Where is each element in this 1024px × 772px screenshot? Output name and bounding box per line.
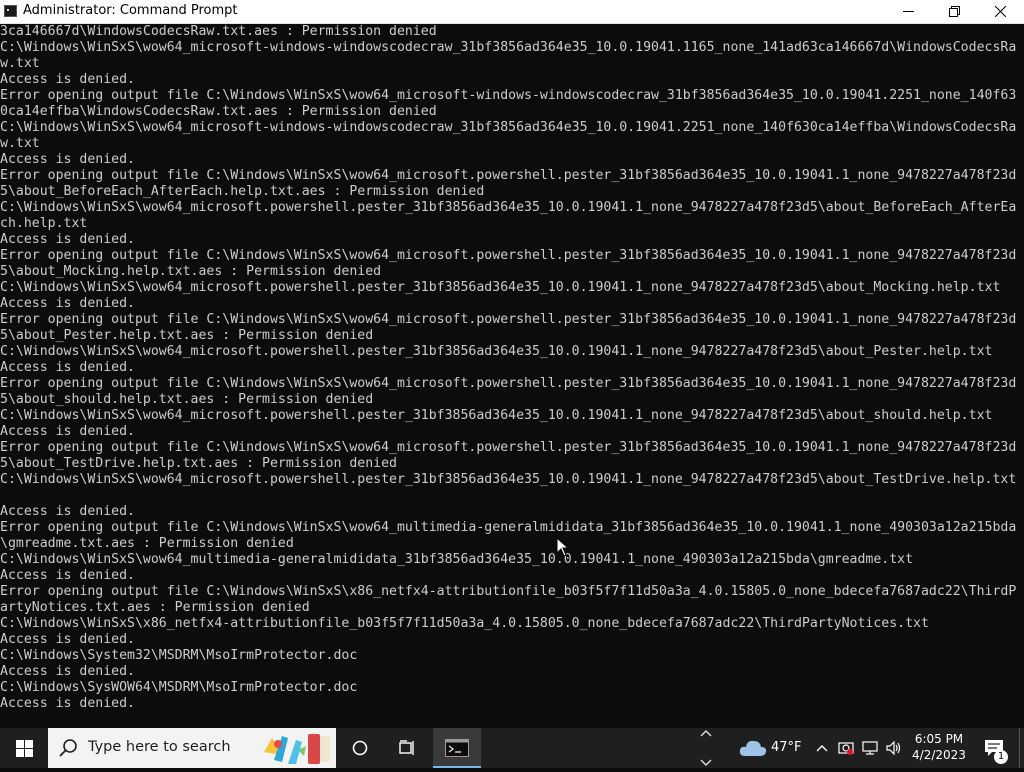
- cloud-icon: [739, 740, 767, 756]
- console-line: Access is denied.: [0, 632, 135, 647]
- task-view-button[interactable]: [384, 728, 432, 768]
- console-line: C:\Windows\System32\MSDRM\MsoIrmProtecto…: [0, 648, 358, 663]
- close-button[interactable]: [977, 0, 1023, 23]
- taskbar-scroll-arrows[interactable]: [697, 728, 715, 768]
- weather-temperature: 47°F: [771, 740, 802, 755]
- task-view-icon: [399, 740, 414, 755]
- action-center-button[interactable]: 1: [980, 728, 1012, 768]
- security-alert-icon: [838, 742, 854, 755]
- search-icon: [59, 739, 77, 757]
- console-line: C:\Windows\WinSxS\wow64_microsoft.powers…: [0, 472, 1017, 487]
- console-line: Error opening output file C:\Windows\Win…: [0, 584, 1017, 599]
- console-line: Error opening output file C:\Windows\Win…: [0, 440, 1017, 455]
- taskbar-search-box[interactable]: Type here to search: [48, 728, 336, 768]
- chevron-up-down-icon: [700, 730, 712, 766]
- console-line: Error opening output file C:\Windows\Win…: [0, 168, 1017, 183]
- command-prompt-icon: [445, 739, 469, 757]
- restore-button[interactable]: [931, 0, 977, 23]
- console-line: C:\Windows\WinSxS\wow64_microsoft-window…: [0, 40, 1017, 55]
- cmd-app-icon[interactable]: [4, 5, 17, 17]
- console-line: 5\about_Mocking.help.txt.aes : Permissio…: [0, 264, 382, 279]
- console-line: 5\about_should.help.txt.aes : Permission…: [0, 392, 374, 407]
- chevron-up-icon: [816, 745, 828, 752]
- console-line: C:\Windows\WinSxS\wow64_microsoft.powers…: [0, 280, 1001, 295]
- console-line: C:\Windows\WinSxS\wow64_microsoft-window…: [0, 120, 1017, 135]
- volume-icon: [886, 741, 901, 755]
- weather-widget[interactable]: 47°F: [737, 728, 803, 768]
- windows-logo-icon: [15, 739, 33, 757]
- console-line: Access is denied.: [0, 424, 135, 439]
- search-placeholder: Type here to search: [88, 739, 231, 755]
- console-line: w.txt: [0, 56, 40, 71]
- console-line: artyNotices.txt.aes : Permission denied: [0, 600, 310, 615]
- console-line: 3ca146667d\WindowsCodecsRaw.txt.aes : Pe…: [0, 24, 437, 39]
- taskbar: Type here to search 47°F 6:05 PM 4/2/202…: [0, 728, 1024, 768]
- console-line: ch.help.txt: [0, 216, 88, 231]
- console-line: Access is denied.: [0, 696, 135, 711]
- console-line: 5\about_BeforeEach_AfterEach.help.txt.ae…: [0, 184, 485, 199]
- console-output[interactable]: 3ca146667d\WindowsCodecsRaw.txt.aes : Pe…: [0, 24, 1024, 720]
- console-line: Error opening output file C:\Windows\Win…: [0, 376, 1017, 391]
- search-highlight-illustration-icon: [264, 734, 330, 764]
- minimize-icon: [902, 11, 914, 12]
- network-icon: [862, 741, 878, 755]
- title-bar[interactable]: Administrator: Command Prompt: [0, 0, 1024, 24]
- close-icon: [994, 6, 1006, 17]
- console-line: Error opening output file C:\Windows\Win…: [0, 520, 1017, 535]
- console-line: C:\Windows\WinSxS\wow64_microsoft.powers…: [0, 344, 993, 359]
- console-line: 5\about_TestDrive.help.txt.aes : Permiss…: [0, 456, 397, 471]
- console-line: 5\about_Pester.help.txt.aes : Permission…: [0, 328, 374, 343]
- console-line: Access is denied.: [0, 664, 135, 679]
- console-line: Access is denied.: [0, 232, 135, 247]
- console-line: Access is denied.: [0, 504, 135, 519]
- console-line: Access is denied.: [0, 72, 135, 87]
- taskbar-clock[interactable]: 6:05 PM 4/2/2023: [904, 730, 974, 766]
- cortana-button[interactable]: [336, 728, 384, 768]
- taskbar-command-prompt[interactable]: [433, 728, 481, 768]
- show-hidden-icons-button[interactable]: [812, 728, 832, 768]
- console-line: Access is denied.: [0, 152, 135, 167]
- window-title: Administrator: Command Prompt: [23, 3, 238, 18]
- network-tray-button[interactable]: [860, 728, 880, 768]
- volume-tray-button[interactable]: [884, 728, 904, 768]
- security-tray-button[interactable]: [836, 728, 856, 768]
- console-line: C:\Windows\WinSxS\wow64_microsoft.powers…: [0, 408, 993, 423]
- console-line: C:\Windows\WinSxS\wow64_multimedia-gener…: [0, 552, 914, 567]
- console-line: C:\Windows\WinSxS\wow64_microsoft.powers…: [0, 200, 1017, 215]
- minimize-button[interactable]: [885, 0, 931, 23]
- notification-count-badge: 1: [994, 750, 1008, 764]
- console-line: 0ca14effba\WindowsCodecsRaw.txt.aes : Pe…: [0, 104, 437, 119]
- restore-icon: [948, 6, 960, 17]
- mouse-cursor-icon: [556, 537, 570, 557]
- console-line: w.txt: [0, 136, 40, 151]
- console-line: Access is denied.: [0, 568, 135, 583]
- cortana-icon: [352, 740, 368, 756]
- clock-time: 6:05 PM: [914, 732, 964, 746]
- show-desktop-button[interactable]: [1019, 728, 1024, 768]
- console-line: C:\Windows\SysWOW64\MSDRM\MsoIrmProtecto…: [0, 680, 358, 695]
- console-line: Error opening output file C:\Windows\Win…: [0, 248, 1017, 263]
- console-line: Error opening output file C:\Windows\Win…: [0, 88, 1017, 103]
- console-line: \gmreadme.txt.aes : Permission denied: [0, 536, 294, 551]
- console-line: Error opening output file C:\Windows\Win…: [0, 312, 1017, 327]
- clock-date: 4/2/2023: [912, 748, 966, 762]
- console-line: Access is denied.: [0, 296, 135, 311]
- start-button[interactable]: [0, 728, 48, 768]
- console-line: Access is denied.: [0, 360, 135, 375]
- console-line: C:\Windows\WinSxS\x86_netfx4-attribution…: [0, 616, 929, 631]
